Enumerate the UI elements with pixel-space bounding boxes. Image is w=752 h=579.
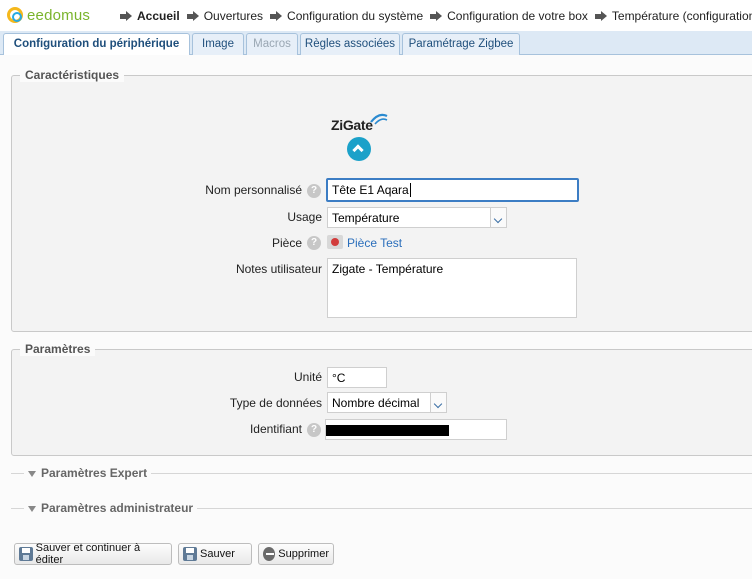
zigate-logo-text: ZiGate xyxy=(331,117,373,133)
usage-label: Usage xyxy=(287,210,322,224)
help-icon[interactable]: ? xyxy=(307,423,321,437)
breadcrumb-item[interactable]: Configuration du système xyxy=(287,9,423,23)
identifier-redaction xyxy=(326,425,449,436)
parameters-legend: Paramètres xyxy=(20,342,96,356)
chevron-down-icon xyxy=(430,393,446,412)
save-button[interactable]: Sauver xyxy=(178,543,252,565)
identifier-label: Identifiant xyxy=(249,422,302,436)
room-icon xyxy=(327,235,343,249)
tab-zigbee-settings[interactable]: Paramétrage Zigbee xyxy=(402,33,520,55)
unit-input[interactable]: °C xyxy=(327,367,387,388)
notes-textarea[interactable]: Zigate - Température xyxy=(327,258,577,318)
breadcrumb-arrow-icon xyxy=(270,10,283,22)
breadcrumb-home[interactable]: Accueil xyxy=(137,9,180,23)
breadcrumb-current: Température (configuration) xyxy=(611,9,752,23)
collapse-up-icon[interactable] xyxy=(347,137,371,161)
name-input[interactable]: Tête E1 Aqara xyxy=(326,178,579,202)
admin-section-toggle[interactable]: Paramètres administrateur xyxy=(24,501,198,515)
logo-text: eedomus xyxy=(27,6,91,24)
breadcrumb: Accueil Ouvertures Configuration du syst… xyxy=(120,9,752,23)
tab-device-configuration[interactable]: Configuration du périphérique xyxy=(3,33,190,56)
help-icon[interactable]: ? xyxy=(307,184,321,198)
save-and-continue-button[interactable]: Sauver et continuer à éditer xyxy=(14,542,172,566)
zigate-wave-icon xyxy=(370,113,388,125)
room-label: Pièce xyxy=(271,236,302,250)
unit-label: Unité xyxy=(293,370,322,384)
delete-button[interactable]: Supprimer xyxy=(258,543,334,565)
help-icon[interactable]: ? xyxy=(307,236,321,250)
breadcrumb-arrow-icon xyxy=(120,10,133,22)
breadcrumb-item[interactable]: Configuration de votre box xyxy=(447,9,588,23)
triangle-down-icon xyxy=(28,505,36,512)
breadcrumb-item[interactable]: Ouvertures xyxy=(204,9,263,23)
data-type-label: Type de données xyxy=(229,396,322,410)
floppy-disk-icon xyxy=(183,547,197,561)
tab-macros: Macros xyxy=(246,33,298,55)
breadcrumb-arrow-icon xyxy=(430,10,443,22)
floppy-disk-icon xyxy=(19,547,33,561)
notes-label: Notes utilisateur xyxy=(235,262,322,276)
room-link[interactable]: Pièce Test xyxy=(347,236,402,250)
expert-section-toggle[interactable]: Paramètres Expert xyxy=(24,466,152,480)
breadcrumb-arrow-icon xyxy=(186,10,200,22)
tab-bar: Configuration du périphérique Image Macr… xyxy=(0,31,752,56)
name-label: Nom personnalisé xyxy=(205,183,302,197)
header-bar: eedomus Accueil Ouvertures Configuration… xyxy=(0,0,752,31)
identifier-input[interactable] xyxy=(325,419,507,440)
zigate-logo: ZiGate xyxy=(331,110,389,136)
logo-ring-icon xyxy=(7,7,23,23)
eedomus-logo[interactable]: eedomus xyxy=(7,5,90,25)
characteristics-legend: Caractéristiques xyxy=(20,68,125,82)
triangle-down-icon xyxy=(28,470,36,477)
usage-select[interactable]: Température xyxy=(327,207,507,228)
breadcrumb-arrow-icon xyxy=(594,10,608,22)
chevron-down-icon xyxy=(490,208,506,227)
minus-circle-icon xyxy=(263,547,276,561)
tab-image[interactable]: Image xyxy=(192,33,244,55)
tab-associated-rules[interactable]: Règles associées xyxy=(300,33,400,55)
data-type-select[interactable]: Nombre décimal xyxy=(327,392,447,413)
